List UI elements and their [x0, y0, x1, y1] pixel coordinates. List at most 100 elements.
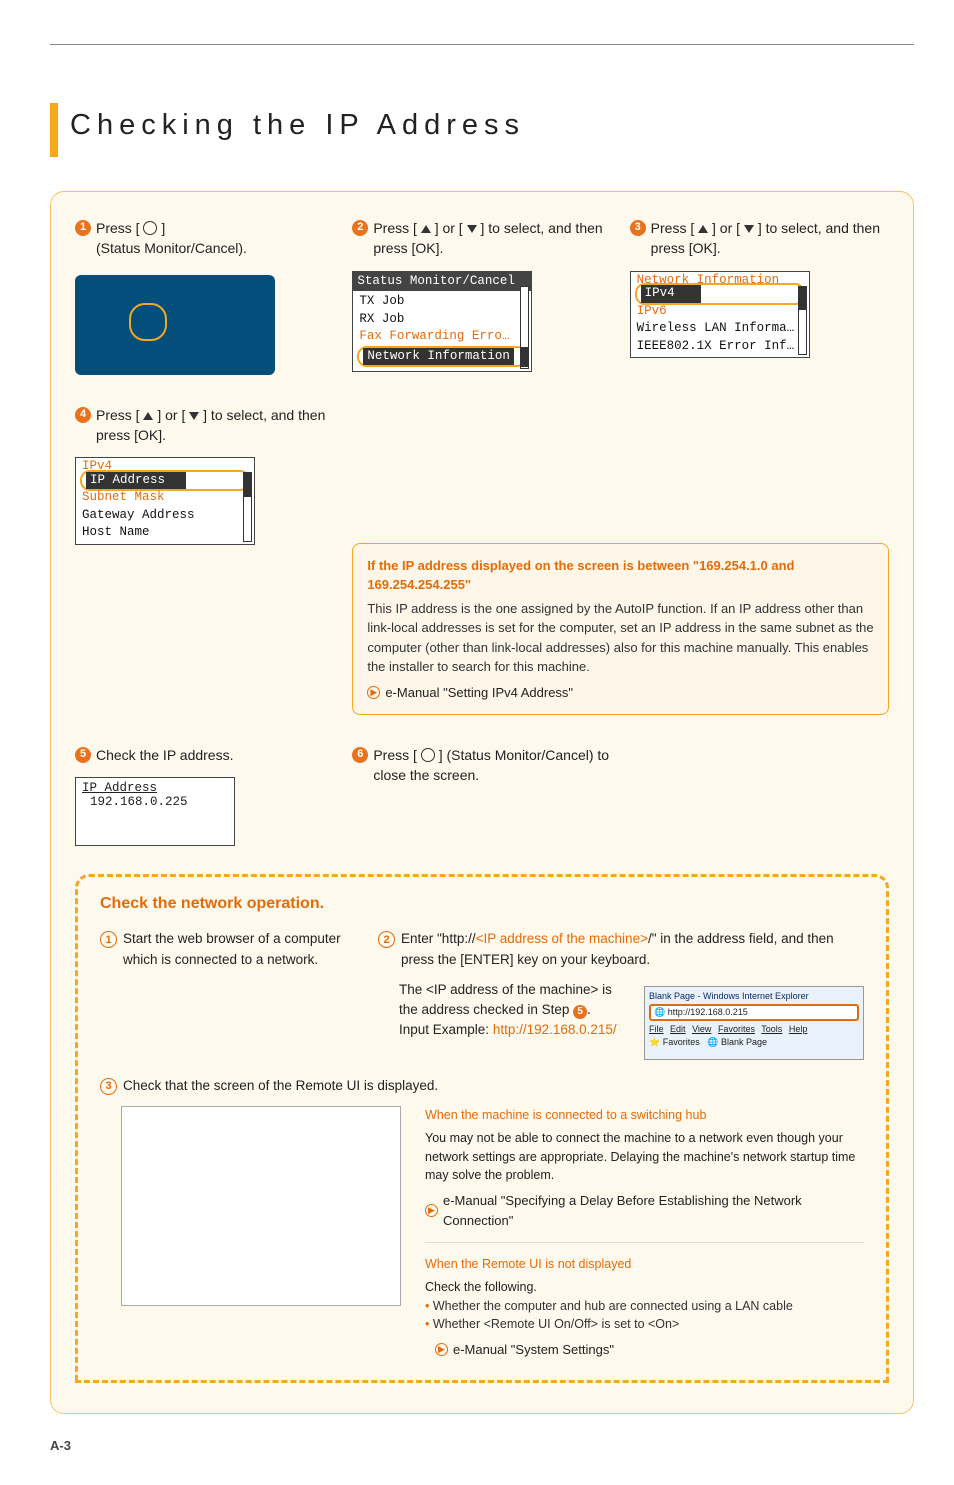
manual-link-icon: ▶	[425, 1204, 438, 1217]
lcd2-scrollbar	[520, 286, 529, 370]
warning-link: e-Manual "Setting IPv4 Address"	[385, 683, 573, 703]
lcd3-row1: Wireless LAN Informa…	[633, 320, 807, 338]
trouble-remote-ui: When the Remote UI is not displayed Chec…	[425, 1255, 864, 1360]
nc2-example-label: Input Example:	[399, 1022, 493, 1037]
lcd3-scrollbar	[798, 286, 807, 356]
lcd2-title: Status Monitor/Cancel	[353, 272, 531, 292]
lcd-step4: IPv4 IP Address Subnet Mask Gateway Addr…	[75, 457, 255, 545]
network-check-title: Check the network operation.	[100, 895, 864, 913]
menu-favorites: Favorites	[718, 1024, 755, 1034]
lcd4-scrollbar	[243, 472, 252, 542]
lcd5-value: 192.168.0.225	[82, 795, 228, 809]
lcd-step5: IP Address 192.168.0.225	[75, 777, 235, 846]
step5-number: 5	[75, 747, 91, 763]
trouble1-body: You may not be able to connect the machi…	[425, 1129, 864, 1185]
menu-edit: Edit	[670, 1024, 686, 1034]
trouble2-title: When the Remote UI is not displayed	[425, 1255, 864, 1274]
browser-url: http://192.168.0.215	[668, 1007, 748, 1017]
warning-title: If the IP address displayed on the scree…	[367, 556, 874, 595]
lcd-step3: Network Information IPv4 IPv6 Wireless L…	[630, 271, 810, 359]
step6-pre: Press [	[373, 747, 417, 763]
lcd4-highlight: IP Address	[80, 470, 250, 492]
lcd3-row2: IEEE802.1X Error Inf…	[633, 338, 807, 356]
main-panel: 1 Press [ ] (Status Monitor/Cancel). 2	[50, 191, 914, 1414]
up-arrow-icon	[143, 412, 153, 420]
step3-pre: Press [	[651, 220, 695, 236]
step5-ref-icon: 5	[573, 1005, 587, 1019]
autoip-warning-box: If the IP address displayed on the scree…	[352, 543, 889, 716]
divider	[425, 1242, 864, 1243]
nc2-ip: <IP address of the machine>	[476, 931, 648, 946]
lcd2-row2: Fax Forwarding Erro…	[355, 328, 529, 346]
browser-illustration: Blank Page - Windows Internet Explorer 🌐…	[644, 986, 864, 1060]
title-accent	[50, 103, 58, 157]
step1-post: ]	[161, 220, 165, 236]
step4-number: 4	[75, 407, 91, 423]
menu-tools: Tools	[761, 1024, 782, 1034]
title-block: Checking the IP Address	[50, 103, 914, 157]
netcheck-step1: 1 Start the web browser of a computer wh…	[100, 929, 360, 1060]
nc2-example-url: http://192.168.0.215/	[493, 1022, 617, 1037]
page-number: A-3	[50, 1438, 914, 1453]
menu-help: Help	[789, 1024, 808, 1034]
netcheck1-text: Start the web browser of a computer whic…	[123, 929, 360, 970]
warning-body: This IP address is the one assigned by t…	[367, 599, 874, 677]
remote-ui-illustration	[121, 1106, 401, 1306]
status-monitor-icon	[143, 221, 157, 235]
trouble2-sub: Check the following.	[425, 1278, 864, 1297]
keypad-highlight	[129, 303, 167, 341]
step3-number: 3	[630, 220, 646, 236]
lcd2-row0: TX Job	[355, 293, 529, 311]
network-operation-section: Check the network operation. 1 Start the…	[75, 874, 889, 1382]
nc2-a: Enter "http://	[401, 931, 476, 946]
step-5: 5 Check the IP address. IP Address 192.1…	[75, 745, 334, 846]
step2-number: 2	[352, 220, 368, 236]
browser-tab: Blank Page	[721, 1037, 767, 1047]
lcd3-row0: IPv6	[633, 303, 807, 321]
step5-text: Check the IP address.	[96, 745, 233, 765]
netcheck3-text: Check that the screen of the Remote UI i…	[123, 1076, 438, 1096]
step4-mid: ] or [	[157, 407, 185, 423]
step-6: 6 Press [ ] (Status Monitor/Cancel) to c…	[352, 745, 611, 846]
nc2-note2: .	[587, 1002, 591, 1017]
step1-sub: (Status Monitor/Cancel).	[96, 238, 247, 258]
step-3: 3 Press [ ] or [ ] to select, and then p…	[630, 218, 889, 375]
browser-titlebar: Blank Page - Windows Internet Explorer	[649, 991, 859, 1001]
step4-pre: Press [	[96, 407, 140, 423]
lcd4-row0: Subnet Mask	[78, 489, 252, 507]
lcd2-highlight-text: Network Information	[363, 348, 514, 366]
browser-address-bar: 🌐 http://192.168.0.215	[649, 1004, 859, 1021]
lcd2-row1: RX Job	[355, 311, 529, 329]
trouble2-b1: Whether the computer and hub are connect…	[433, 1299, 793, 1313]
down-arrow-icon	[744, 225, 754, 233]
down-arrow-icon	[467, 225, 477, 233]
page-title: Checking the IP Address	[70, 103, 525, 142]
lcd4-row2: Host Name	[78, 524, 252, 542]
up-arrow-icon	[698, 225, 708, 233]
step6-number: 6	[352, 747, 368, 763]
step2-mid: ] or [	[435, 220, 463, 236]
lcd5-title: IP Address	[82, 781, 228, 795]
lcd2-highlight: Network Information	[357, 346, 527, 368]
netcheck1-number: 1	[100, 931, 117, 948]
lcd3-highlight-text: IPv4	[641, 285, 701, 303]
step1-number: 1	[75, 220, 91, 236]
status-monitor-icon	[421, 748, 435, 762]
step2-pre: Press [	[373, 220, 417, 236]
netcheck2-number: 2	[378, 931, 395, 948]
trouble1-link: e-Manual "Specifying a Delay Before Esta…	[443, 1191, 864, 1230]
step-4: 4 Press [ ] or [ ] to select, and then p…	[75, 405, 334, 716]
netcheck-step3: 3 Check that the screen of the Remote UI…	[100, 1076, 864, 1096]
step-2: 2 Press [ ] or [ ] to select, and then p…	[352, 218, 611, 375]
browser-menu: File Edit View Favorites Tools Help	[649, 1024, 859, 1034]
trouble-switching-hub: When the machine is connected to a switc…	[425, 1106, 864, 1230]
netcheck3-number: 3	[100, 1078, 117, 1095]
header-rule	[50, 44, 914, 45]
step1-pre: Press [	[96, 220, 140, 236]
lcd4-highlight-text: IP Address	[86, 472, 186, 490]
trouble2-b2: Whether <Remote UI On/Off> is set to <On…	[433, 1317, 679, 1331]
up-arrow-icon	[421, 225, 431, 233]
lcd4-row1: Gateway Address	[78, 507, 252, 525]
step3-mid: ] or [	[712, 220, 740, 236]
device-keypad-illustration	[75, 275, 275, 375]
